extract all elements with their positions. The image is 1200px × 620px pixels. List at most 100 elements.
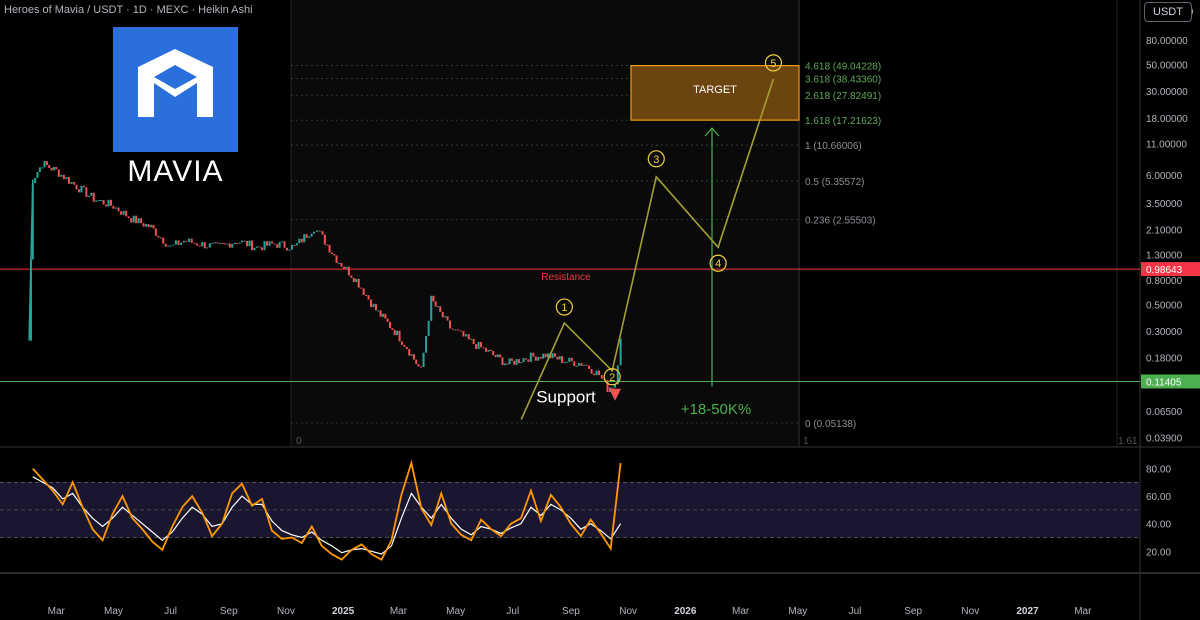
mavia-m-logo-icon: [138, 49, 213, 117]
price-candle: [281, 241, 284, 243]
price-candle: [203, 242, 206, 249]
price-candle: [501, 357, 504, 366]
price-candle: [384, 313, 387, 319]
price-candle: [575, 365, 578, 367]
price-tick-label: 0.80000: [1146, 276, 1183, 287]
price-candle: [554, 353, 556, 357]
price-candle: [338, 262, 341, 264]
price-candle: [258, 246, 261, 248]
price-candle: [352, 277, 355, 283]
resistance-label: Resistance: [541, 272, 591, 283]
resistance-price-tag-text: 0.98643: [1146, 265, 1183, 276]
price-candle: [578, 363, 581, 366]
price-candle: [408, 349, 411, 356]
price-candle: [532, 352, 535, 357]
time-tick-label: Mar: [1074, 606, 1092, 617]
price-candle: [85, 187, 88, 198]
price-candle: [326, 244, 329, 246]
price-candle: [132, 215, 135, 223]
price-candle: [350, 275, 353, 278]
price-candle: [228, 243, 231, 248]
price-candle: [172, 244, 175, 246]
price-candle: [253, 247, 256, 251]
price-candle: [92, 192, 95, 202]
price-candle: [595, 370, 598, 376]
price-candle: [494, 355, 497, 358]
price-candle: [169, 245, 172, 247]
price-candle: [290, 244, 293, 250]
price-candle: [393, 329, 396, 336]
price-candle: [451, 328, 454, 330]
price-candle: [218, 243, 221, 245]
price-candle: [67, 177, 70, 184]
price-candle: [520, 362, 523, 364]
time-tick-label: May: [788, 606, 807, 617]
fib-label-0.5: 0.5 (5.35572): [805, 177, 865, 188]
price-candle: [75, 184, 78, 190]
price-candle: [303, 234, 306, 243]
price-candle: [122, 210, 125, 215]
currency-button[interactable]: USDT: [1144, 2, 1192, 22]
price-candle: [527, 359, 530, 362]
price-candle: [427, 320, 430, 336]
price-candle: [97, 200, 100, 202]
chart-header: Heroes of Mavia / USDT · 1D · MEXC · Hei…: [4, 4, 253, 16]
price-candle: [496, 354, 499, 358]
price-candle: [38, 167, 41, 173]
price-candle: [135, 215, 138, 224]
price-candle: [109, 199, 112, 206]
price-candle: [36, 172, 39, 178]
price-candle: [263, 241, 266, 251]
price-candle: [283, 241, 286, 248]
price-candle: [162, 237, 165, 244]
price-candle: [573, 361, 576, 367]
time-tick-label: May: [446, 606, 465, 617]
price-candle: [529, 352, 532, 362]
price-candle: [55, 166, 58, 170]
price-candle: [510, 358, 513, 361]
fib-label-0.236: 0.236 (2.55503): [805, 216, 876, 227]
price-tick-label: 2.10000: [1146, 226, 1183, 237]
price-candle: [330, 252, 333, 254]
price-candle: [188, 238, 191, 242]
price-candle: [563, 362, 566, 364]
price-candle: [374, 303, 377, 311]
price-candle: [398, 330, 401, 342]
price-candle: [405, 346, 408, 350]
price-candle: [248, 240, 251, 247]
price-candle: [419, 366, 422, 368]
price-candle: [167, 245, 170, 247]
price-candle: [619, 338, 622, 366]
price-candle: [391, 327, 394, 330]
price-candle: [508, 358, 511, 365]
price-candle: [470, 338, 473, 340]
time-tick-label: Mar: [48, 606, 66, 617]
wave-label-3: 3: [653, 154, 659, 166]
price-candle: [273, 243, 276, 245]
price-candle: [318, 230, 321, 232]
price-candle: [276, 244, 279, 248]
price-candle: [236, 242, 239, 244]
price-candle: [298, 238, 301, 244]
price-candle: [441, 311, 444, 318]
wave-label-1: 1: [561, 302, 567, 314]
price-candle: [159, 237, 162, 239]
price-candle: [513, 360, 516, 365]
price-candle: [250, 240, 253, 251]
price-candle: [556, 356, 559, 360]
price-candle: [362, 288, 365, 295]
price-candle: [190, 238, 193, 243]
price-candle: [370, 299, 373, 308]
price-candle: [585, 364, 588, 366]
rsi-tick-label: 20.00: [1146, 547, 1171, 558]
price-candle: [285, 247, 288, 251]
price-candle: [457, 329, 460, 331]
price-tick-label: 3.50000: [1146, 199, 1183, 210]
price-candle: [208, 243, 211, 248]
price-candle: [145, 224, 148, 227]
wave-label-5: 5: [770, 58, 776, 70]
price-candle: [583, 364, 586, 366]
price-candle: [243, 240, 246, 242]
price-candle: [157, 235, 160, 238]
price-candle: [462, 331, 465, 337]
